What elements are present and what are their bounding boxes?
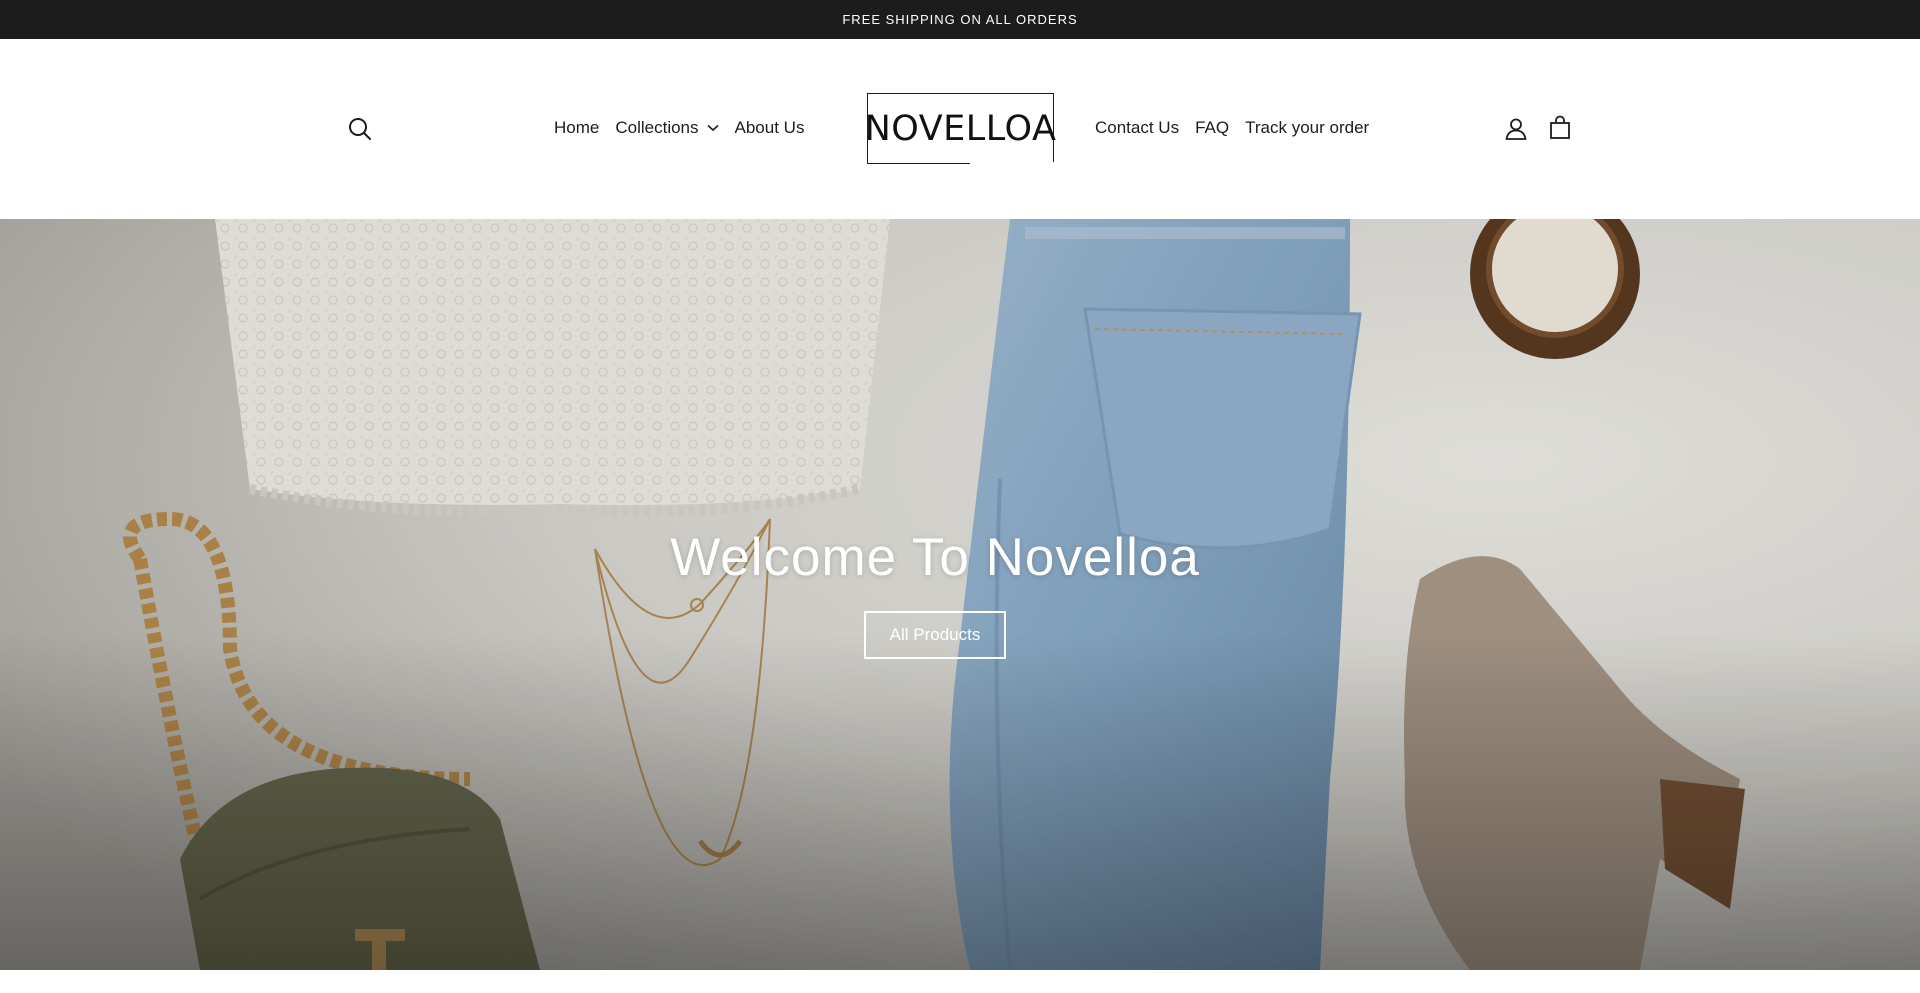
announcement-text: FREE SHIPPING ON ALL ORDERS — [842, 12, 1078, 27]
nav-link-label: Home — [554, 118, 600, 137]
nav-link-collections[interactable]: Collections — [615, 117, 719, 139]
account-button[interactable] — [1502, 115, 1530, 143]
main-nav-right: Contact Us FAQ Track your order — [1095, 117, 1369, 139]
nav-link-label: About Us — [734, 118, 805, 137]
user-icon — [1505, 118, 1527, 140]
nav-link-contact-us[interactable]: Contact Us — [1095, 117, 1179, 139]
nav-link-about-us[interactable]: About Us — [735, 117, 805, 139]
chevron-down-icon — [706, 124, 719, 132]
search-button[interactable] — [346, 115, 374, 143]
logo-border-gap — [970, 162, 1060, 166]
nav-link-label: Track your order — [1245, 118, 1370, 137]
page-below-hero — [0, 970, 1920, 993]
nav-link-track-order[interactable]: Track your order — [1245, 117, 1369, 139]
store-logo[interactable]: NOVELLOA — [864, 93, 1057, 164]
nav-link-label: Collections — [615, 118, 699, 137]
site-header: Home Collections About Us NOVELLOA Conta… — [0, 39, 1920, 219]
cart-button[interactable] — [1546, 114, 1574, 142]
hero-title: Welcome To Novelloa — [670, 528, 1200, 587]
logo-text: NOVELLOA — [864, 108, 1057, 149]
search-icon — [349, 118, 371, 140]
shopping-bag-icon — [1550, 115, 1570, 139]
nav-link-label: Contact Us — [1095, 118, 1180, 137]
announcement-bar: FREE SHIPPING ON ALL ORDERS — [0, 0, 1920, 39]
main-nav-left: Home Collections About Us — [554, 117, 804, 139]
hero-background-image — [0, 219, 1920, 970]
nav-link-label: FAQ — [1195, 118, 1230, 137]
all-products-button[interactable]: All Products — [864, 611, 1006, 659]
nav-link-home[interactable]: Home — [554, 117, 599, 139]
nav-link-faq[interactable]: FAQ — [1195, 117, 1229, 139]
hero-banner: Welcome To Novelloa All Products — [0, 219, 1920, 970]
